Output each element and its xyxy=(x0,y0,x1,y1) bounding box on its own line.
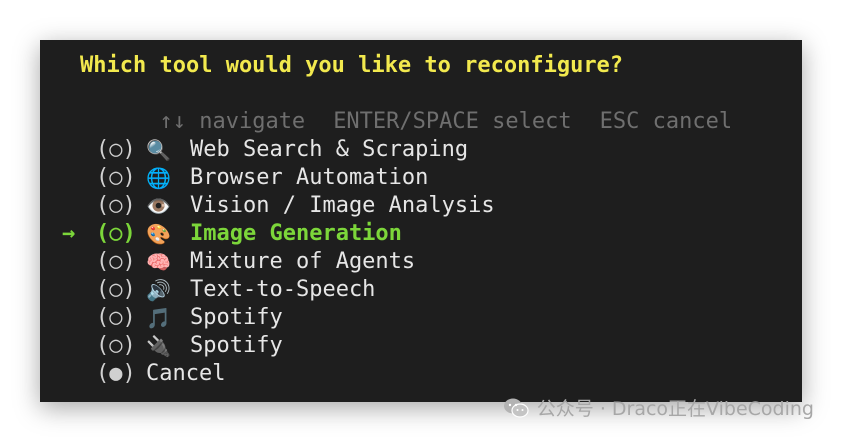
option-vision[interactable]: (○) 👁️ Vision / Image Analysis xyxy=(62,192,495,220)
screenshot-page: Which tool would you like to reconfigure… xyxy=(0,0,842,442)
option-label: Spotify xyxy=(190,333,283,358)
option-cancel[interactable]: (●) Cancel xyxy=(62,360,225,388)
hint-select: ENTER/SPACE select xyxy=(333,109,572,134)
prompt-title: Which tool would you like to reconfigure… xyxy=(80,53,624,78)
radio-unchecked-icon: (○) xyxy=(96,137,136,162)
radio-unchecked-icon: (○) xyxy=(96,165,136,190)
option-browser-automation[interactable]: (○) 🌐 Browser Automation xyxy=(62,164,428,192)
option-label: Mixture of Agents xyxy=(190,249,416,274)
radio-unchecked-icon: (○) xyxy=(96,305,136,330)
brain-icon: 🧠 xyxy=(146,250,171,274)
radio-checked-icon: (●) xyxy=(96,361,136,386)
option-label: Browser Automation xyxy=(190,165,429,190)
hint-navigate: ↑↓ navigate xyxy=(159,109,306,134)
option-label: Web Search & Scraping xyxy=(190,137,469,162)
watermark-text: 公众号 · Draco正在VibeCoding xyxy=(536,398,814,420)
option-label: Text-to-Speech xyxy=(190,277,376,302)
option-web-search[interactable]: (○) 🔍 Web Search & Scraping xyxy=(62,136,468,164)
option-label: Image Generation xyxy=(190,221,402,246)
option-spotify-plugin[interactable]: (○) 🔌 Spotify xyxy=(62,332,283,360)
globe-icon: 🌐 xyxy=(146,166,171,190)
option-text-to-speech[interactable]: (○) 🔊 Text-to-Speech xyxy=(62,276,375,304)
selection-pointer: → xyxy=(62,221,76,246)
music-note-icon: 🎵 xyxy=(146,306,171,330)
eye-icon: 👁️ xyxy=(146,194,171,218)
magnifier-icon: 🔍 xyxy=(146,138,171,162)
radio-unchecked-icon: (○) xyxy=(96,221,136,246)
terminal-window: Which tool would you like to reconfigure… xyxy=(40,40,802,402)
plug-icon: 🔌 xyxy=(146,334,171,358)
option-label: Cancel xyxy=(146,361,226,386)
key-hints: ↑↓ navigate ENTER/SPACE select ESC cancel xyxy=(80,80,760,134)
hint-cancel: ESC cancel xyxy=(599,109,733,134)
palette-icon: 🎨 xyxy=(146,222,171,246)
option-mixture-of-agents[interactable]: (○) 🧠 Mixture of Agents xyxy=(62,248,415,276)
radio-unchecked-icon: (○) xyxy=(96,333,136,358)
option-spotify[interactable]: (○) 🎵 Spotify xyxy=(62,304,283,332)
option-label: Spotify xyxy=(190,305,283,330)
radio-unchecked-icon: (○) xyxy=(96,249,136,274)
option-image-generation[interactable]: → (○) 🎨 Image Generation xyxy=(62,220,402,248)
speaker-icon: 🔊 xyxy=(146,278,171,302)
radio-unchecked-icon: (○) xyxy=(96,193,136,218)
option-label: Vision / Image Analysis xyxy=(190,193,495,218)
radio-unchecked-icon: (○) xyxy=(96,277,136,302)
watermark: 公众号 · Draco正在VibeCoding xyxy=(503,394,814,421)
wechat-icon xyxy=(503,398,529,418)
